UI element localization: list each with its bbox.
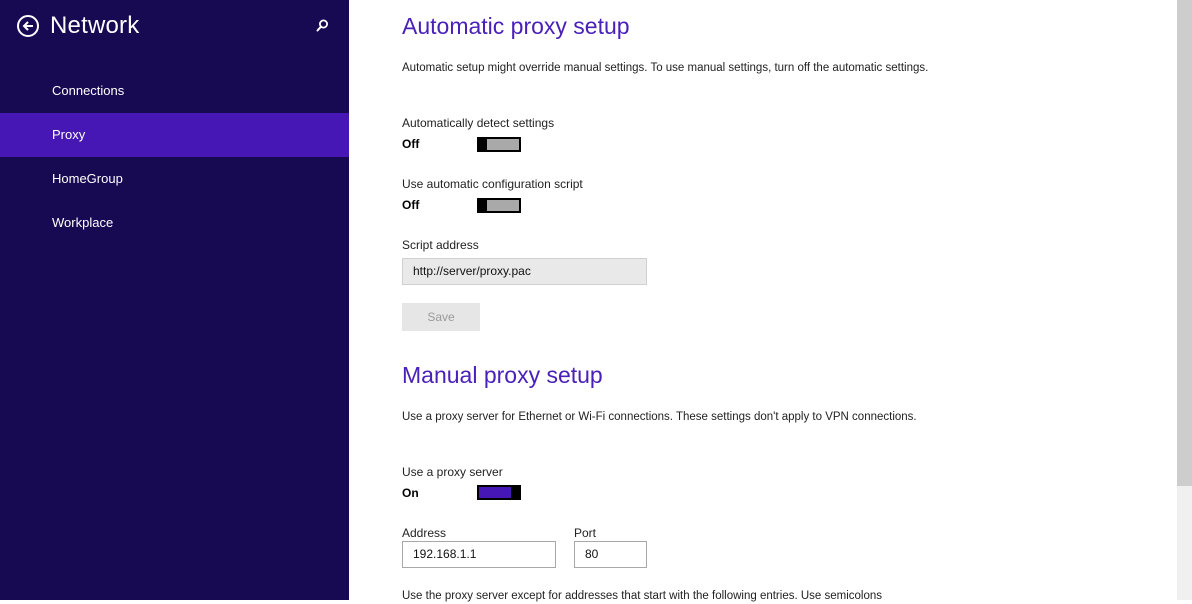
auto-detect-label: Automatically detect settings: [402, 116, 555, 130]
sidebar-item-workplace[interactable]: Workplace: [0, 201, 349, 245]
port-label: Port: [574, 526, 597, 540]
port-field[interactable]: 80: [574, 541, 647, 568]
auto-detect-toggle[interactable]: [477, 137, 521, 152]
address-label: Address: [402, 526, 447, 540]
auto-proxy-heading: Automatic proxy setup: [402, 13, 630, 39]
sidebar-item-proxy[interactable]: Proxy: [0, 113, 349, 157]
auto-script-toggle[interactable]: [477, 198, 521, 213]
auto-detect-state: Off: [402, 137, 420, 151]
search-icon[interactable]: [314, 18, 330, 34]
scrollbar-thumb[interactable]: [1177, 0, 1192, 486]
sidebar-nav: Connections Proxy HomeGroup Workplace: [0, 69, 349, 245]
save-button[interactable]: Save: [402, 303, 480, 331]
toggle-knob: [511, 485, 521, 500]
settings-pane: Automatic proxy setup Automatic setup mi…: [349, 0, 1177, 602]
manual-proxy-description: Use a proxy server for Ethernet or Wi-Fi…: [402, 411, 917, 423]
auto-script-state: Off: [402, 198, 420, 212]
auto-proxy-description: Automatic setup might override manual se…: [402, 62, 929, 74]
manual-proxy-heading: Manual proxy setup: [402, 362, 603, 388]
sidebar-item-connections[interactable]: Connections: [0, 69, 349, 113]
script-address-field[interactable]: http://server/proxy.pac: [402, 258, 647, 285]
page-title: Network: [50, 12, 140, 39]
toggle-knob: [477, 137, 487, 152]
sidebar: Network Connections Proxy HomeGroup Work…: [0, 0, 349, 600]
use-proxy-toggle[interactable]: [477, 485, 521, 500]
toggle-knob: [477, 198, 487, 213]
script-address-label: Script address: [402, 238, 479, 252]
use-proxy-label: Use a proxy server: [402, 465, 503, 479]
back-arrow-icon[interactable]: [17, 15, 39, 37]
use-proxy-state: On: [402, 486, 419, 500]
scrollbar[interactable]: [1177, 0, 1192, 600]
proxy-exceptions-description: Use the proxy server except for addresse…: [402, 590, 883, 602]
auto-script-label: Use automatic configuration script: [402, 177, 583, 191]
sidebar-item-homegroup[interactable]: HomeGroup: [0, 157, 349, 201]
address-field[interactable]: 192.168.1.1: [402, 541, 556, 568]
